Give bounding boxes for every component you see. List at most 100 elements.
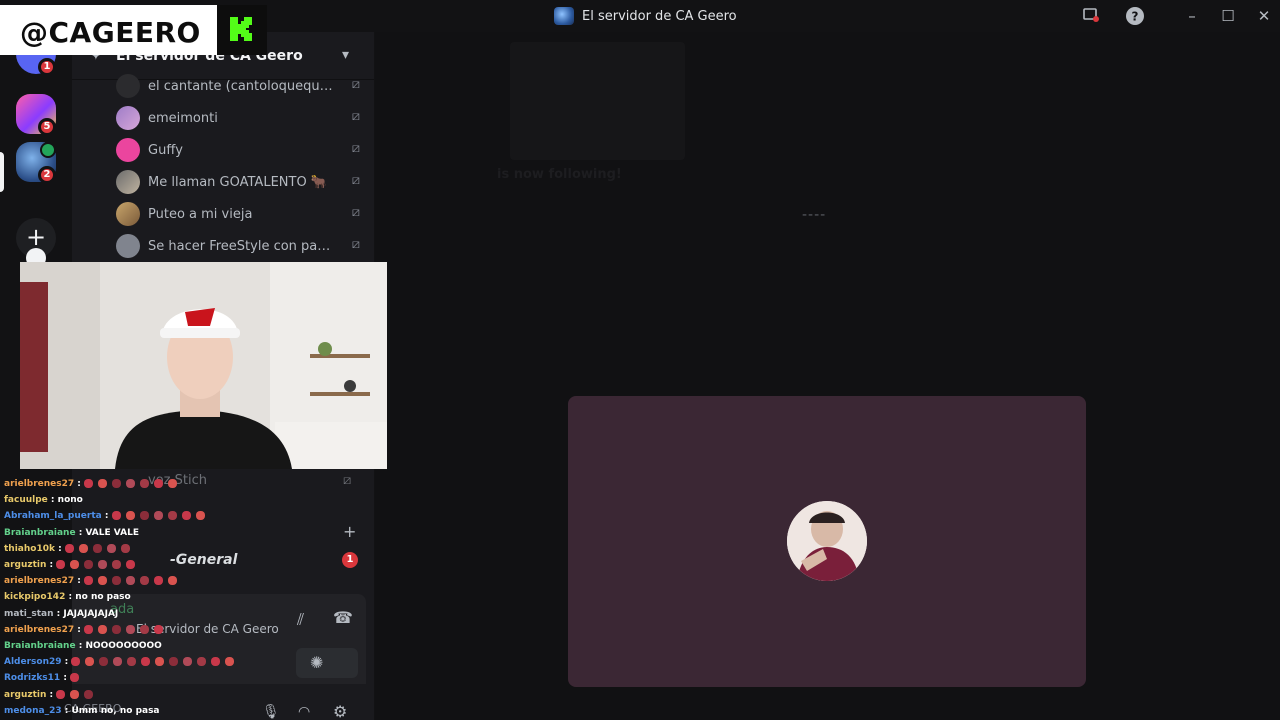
participant-avatar — [787, 501, 867, 581]
chat-emote-icon — [168, 479, 178, 488]
voice-user[interactable]: Me llaman GOATALENTO 🐂 ⧄ — [116, 168, 364, 196]
chat-emote-icon — [70, 689, 80, 699]
voice-user-name: Se hacer FreeStyle con pala... — [148, 238, 333, 254]
chat-username[interactable]: medona_23 — [4, 706, 62, 716]
chat-separator: : — [53, 608, 64, 619]
chat-username[interactable]: arielbrenes27 — [4, 576, 74, 586]
chat-emote-icon — [78, 543, 88, 553]
minimize-icon[interactable]: – — [1181, 6, 1203, 26]
chat-username[interactable]: Braianbraiane — [4, 641, 76, 651]
chat-emote-icon — [56, 560, 66, 569]
chat-emote-icon — [98, 560, 108, 569]
chat-emote-icon — [153, 511, 163, 521]
avatar — [116, 138, 140, 162]
close-icon[interactable]: ✕ — [1253, 6, 1275, 26]
chat-emote-icon — [120, 543, 130, 553]
inbox-icon[interactable] — [1080, 6, 1102, 26]
chat-username[interactable]: arguztin — [4, 690, 46, 700]
voice-user[interactable]: el cantante (cantoloquequer... ⧄ — [116, 72, 364, 100]
voice-connected-icon — [40, 142, 56, 158]
chat-separator: : — [101, 511, 112, 522]
webcam-image — [20, 262, 387, 469]
chat-emote-icon — [126, 560, 136, 569]
chat-emote-icon — [112, 560, 122, 569]
chat-username[interactable]: Rodrizks11 — [4, 673, 60, 683]
chat-username[interactable]: thiaho10k — [4, 544, 55, 554]
chat-message: arielbrenes27 : — [4, 573, 182, 589]
chat-emote-icon — [84, 689, 94, 699]
loading-indicator: ---- — [802, 207, 827, 223]
chat-emote-icon — [98, 479, 108, 488]
server-globe-icon — [554, 7, 574, 25]
chat-emote-icon — [211, 657, 221, 667]
chat-emote-icon — [84, 560, 94, 569]
chat-emote-icon — [99, 657, 109, 667]
chat-message: arguztin : — [4, 557, 140, 573]
voice-user-name: emeimonti — [148, 110, 218, 126]
chat-separator: : — [47, 495, 58, 506]
chat-username[interactable]: mati_stan — [4, 609, 53, 619]
chat-emote-icon — [183, 657, 193, 667]
chat-emote-icon — [169, 657, 179, 667]
chevron-down-icon[interactable]: ▾ — [342, 47, 349, 63]
deafened-icon: ⧄ — [351, 237, 360, 252]
help-icon[interactable]: ? — [1124, 6, 1146, 26]
voice-user[interactable]: Guffy ⧄ — [116, 136, 364, 164]
chat-emote-icon — [139, 511, 149, 521]
chat-username[interactable]: Abraham_la_puerta — [4, 511, 102, 521]
voice-user-name: Guffy — [148, 142, 183, 158]
avatar — [116, 202, 140, 226]
chat-emote-icon — [140, 576, 150, 586]
chat-emote-icon — [126, 479, 136, 488]
chat-emote-icon — [141, 657, 151, 667]
chat-message: arielbrenes27 : — [4, 476, 182, 492]
avatar — [116, 106, 140, 130]
voice-user[interactable]: Se hacer FreeStyle con pala... ⧄ — [116, 232, 364, 260]
chat-emote-icon — [140, 624, 150, 634]
voice-user[interactable]: Puteo a mi vieja ⧄ — [116, 200, 364, 228]
avatar — [116, 74, 140, 98]
chat-separator: : — [46, 560, 57, 570]
chat-separator: : — [54, 543, 65, 554]
chat-message: medona_23 : Umm no, no pasa — [4, 703, 160, 719]
chat-emote-icon — [98, 624, 108, 634]
chat-username[interactable]: arguztin — [4, 560, 46, 570]
server-badge: 2 — [38, 166, 56, 184]
chat-message: thiaho10k : — [4, 541, 135, 557]
window-title: El servidor de CA Geero — [554, 7, 737, 25]
chat-emote-icon — [92, 543, 102, 553]
voice-user-name: Me llaman GOATALENTO 🐂 — [148, 174, 327, 190]
maximize-icon[interactable]: ☐ — [1217, 6, 1239, 26]
chat-emote-icon — [225, 657, 235, 667]
chat-separator: : — [60, 673, 71, 684]
chat-emote-icon — [181, 511, 191, 521]
server-badge: 5 — [38, 118, 56, 136]
chat-username[interactable]: Alderson29 — [4, 657, 62, 667]
avatar — [116, 234, 140, 258]
chat-emote-icon — [71, 657, 81, 667]
chat-separator: : — [75, 527, 86, 538]
chat-separator: : — [75, 641, 86, 651]
chat-username[interactable]: facuulpe — [4, 495, 48, 505]
chat-emote-icon — [106, 543, 116, 553]
chat-emote-icon — [154, 479, 164, 488]
chat-emote-icon — [155, 657, 165, 667]
chat-text: nono — [57, 495, 83, 506]
chat-emote-icon — [168, 576, 178, 586]
streamer-handle: @CAGEERO — [20, 16, 201, 49]
chat-username[interactable]: kickpipo142 — [4, 592, 65, 602]
chat-username[interactable]: Braianbraiane — [4, 528, 76, 538]
chat-emote-icon — [85, 657, 95, 667]
chat-username[interactable]: arielbrenes27 — [4, 479, 74, 489]
deafened-icon: ⧄ — [351, 173, 360, 188]
ghost-alert-box — [510, 42, 685, 160]
chat-separator: : — [65, 592, 76, 603]
chat-username[interactable]: arielbrenes27 — [4, 625, 74, 635]
voice-user[interactable]: emeimonti ⧄ — [116, 104, 364, 132]
chat-emote-icon — [126, 624, 136, 634]
dm-badge: 1 — [38, 58, 56, 76]
deafened-icon: ⧄ — [351, 205, 360, 220]
chat-emote-icon — [197, 657, 207, 667]
chat-emote-icon — [84, 479, 94, 488]
chat-text: no no paso — [75, 592, 131, 603]
